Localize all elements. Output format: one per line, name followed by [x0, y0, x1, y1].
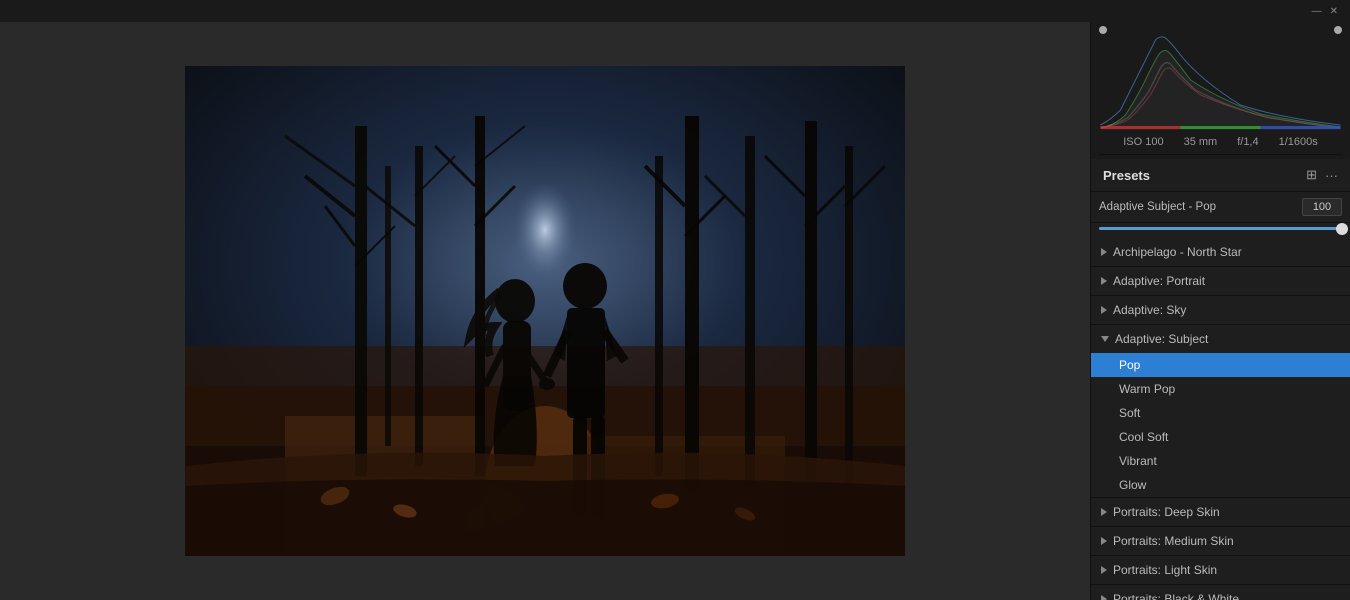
- exif-aperture: f/1,4: [1237, 136, 1258, 148]
- preset-list[interactable]: Archipelago - North Star Adaptive: Portra…: [1091, 238, 1350, 600]
- preset-group-label-adaptive-portrait: Adaptive: Portrait: [1113, 274, 1205, 288]
- arrow-down-icon: [1101, 336, 1109, 342]
- preset-item-cool-soft[interactable]: Cool Soft: [1091, 425, 1350, 449]
- preset-slider-track[interactable]: [1099, 227, 1342, 230]
- preset-item-glow[interactable]: Glow: [1091, 473, 1350, 497]
- arrow-right-icon: [1101, 537, 1107, 545]
- preset-slider-container: [1091, 223, 1350, 238]
- arrow-right-icon: [1101, 566, 1107, 574]
- minimize-button[interactable]: —: [1312, 6, 1322, 17]
- photo-container: [185, 66, 905, 556]
- preset-group-portraits-medium-skin: Portraits: Medium Skin: [1091, 527, 1350, 556]
- close-button[interactable]: ✕: [1330, 6, 1338, 17]
- photo-display: [185, 66, 905, 556]
- preset-group-label-portraits-medium-skin: Portraits: Medium Skin: [1113, 534, 1234, 548]
- preset-item-soft[interactable]: Soft: [1091, 401, 1350, 425]
- arrow-right-icon: [1101, 508, 1107, 516]
- preset-slider-fill: [1099, 227, 1342, 230]
- preset-group-portraits-deep-skin: Portraits: Deep Skin: [1091, 498, 1350, 527]
- preset-group-header-adaptive-portrait[interactable]: Adaptive: Portrait: [1091, 267, 1350, 295]
- preset-item-warm-pop[interactable]: Warm Pop: [1091, 377, 1350, 401]
- preset-group-header-portraits-medium-skin[interactable]: Portraits: Medium Skin: [1091, 527, 1350, 555]
- preset-group-adaptive-subject: Adaptive: Subject PopWarm PopSoftCool Sof…: [1091, 325, 1350, 498]
- main-container: ISO 100 35 mm f/1,4 1/1600s Presets ⊞ ··…: [0, 22, 1350, 600]
- arrow-right-icon: [1101, 277, 1107, 285]
- arrow-right-icon: [1101, 248, 1107, 256]
- preset-group-portraits-light-skin: Portraits: Light Skin: [1091, 556, 1350, 585]
- preset-group-header-adaptive-sky[interactable]: Adaptive: Sky: [1091, 296, 1350, 324]
- preset-group-header-adaptive-subject[interactable]: Adaptive: Subject: [1091, 325, 1350, 353]
- preset-group-archipelago: Archipelago - North Star: [1091, 238, 1350, 267]
- preset-group-label-portraits-light-skin: Portraits: Light Skin: [1113, 563, 1217, 577]
- active-preset-label: Adaptive Subject - Pop: [1099, 201, 1296, 213]
- preset-group-label-portraits-deep-skin: Portraits: Deep Skin: [1113, 505, 1220, 519]
- active-preset-row: Adaptive Subject - Pop: [1091, 192, 1350, 223]
- exif-focal: 35 mm: [1184, 136, 1218, 148]
- preset-group-adaptive-sky: Adaptive: Sky: [1091, 296, 1350, 325]
- arrow-right-icon: [1101, 595, 1107, 600]
- preset-group-header-portraits-bw[interactable]: Portraits: Black & White: [1091, 585, 1350, 600]
- preset-value-input[interactable]: [1302, 198, 1342, 216]
- exif-shutter: 1/1600s: [1279, 136, 1318, 148]
- exif-row: ISO 100 35 mm f/1,4 1/1600s: [1099, 130, 1342, 155]
- preset-item-vibrant[interactable]: Vibrant: [1091, 449, 1350, 473]
- preset-menu-icon[interactable]: ···: [1325, 168, 1338, 183]
- presets-header-icons: ⊞ ···: [1306, 167, 1338, 183]
- preset-item-pop[interactable]: Pop: [1091, 353, 1350, 377]
- preset-group-portraits-bw: Portraits: Black & White: [1091, 585, 1350, 600]
- preset-group-label-archipelago: Archipelago - North Star: [1113, 245, 1242, 259]
- top-bar: — ✕: [0, 0, 1350, 22]
- photo-area: [0, 22, 1090, 600]
- preset-group-header-portraits-light-skin[interactable]: Portraits: Light Skin: [1091, 556, 1350, 584]
- preset-group-label-portraits-bw: Portraits: Black & White: [1113, 592, 1239, 600]
- histogram-canvas: [1099, 30, 1342, 130]
- presets-header: Presets ⊞ ···: [1091, 159, 1350, 192]
- arrow-right-icon: [1101, 306, 1107, 314]
- preset-group-header-portraits-deep-skin[interactable]: Portraits: Deep Skin: [1091, 498, 1350, 526]
- histogram-area: ISO 100 35 mm f/1,4 1/1600s: [1091, 22, 1350, 159]
- preset-group-label-adaptive-subject: Adaptive: Subject: [1115, 332, 1208, 346]
- preset-group-label-adaptive-sky: Adaptive: Sky: [1113, 303, 1186, 317]
- preset-slider-thumb[interactable]: [1336, 223, 1348, 235]
- exif-iso: ISO 100: [1123, 136, 1163, 148]
- presets-title: Presets: [1103, 168, 1150, 183]
- preset-group-adaptive-portrait: Adaptive: Portrait: [1091, 267, 1350, 296]
- right-panel: ISO 100 35 mm f/1,4 1/1600s Presets ⊞ ··…: [1090, 22, 1350, 600]
- preset-icon-1[interactable]: ⊞: [1306, 167, 1317, 183]
- preset-group-header-archipelago[interactable]: Archipelago - North Star: [1091, 238, 1350, 266]
